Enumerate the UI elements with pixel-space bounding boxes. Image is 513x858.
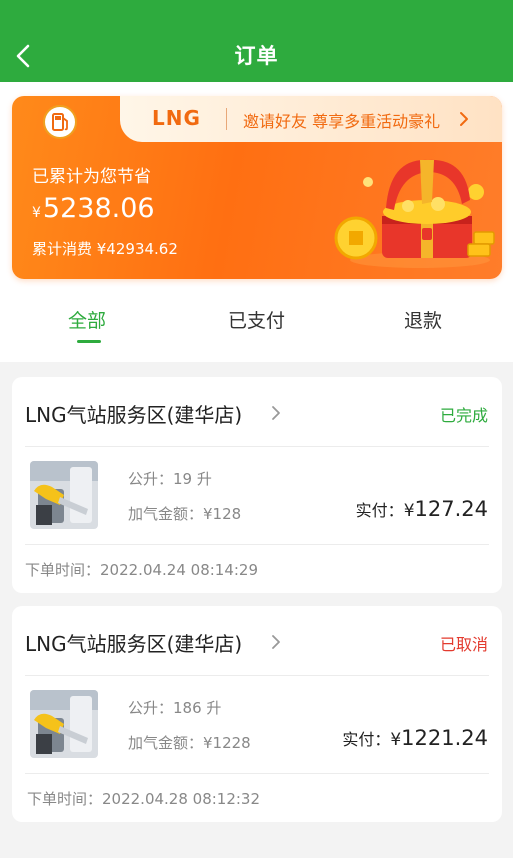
paid-value: 1221.24 xyxy=(401,726,488,750)
order-time: 下单时间：2022.04.24 08:14:29 xyxy=(25,561,259,579)
station-name[interactable]: LNG气站服务区(建华店) xyxy=(25,399,242,428)
paid-amount: 实付：¥127.24 xyxy=(356,497,488,521)
currency-symbol: ¥ xyxy=(403,501,415,521)
order-card[interactable]: LNG气站服务区(建华店) 已取消 公升：186 升 加气金额：¥1228 实付… xyxy=(12,606,502,822)
fuel-nozzle-image xyxy=(30,461,98,529)
paid-value: 127.24 xyxy=(414,497,488,521)
status-badge: 已取消 xyxy=(439,635,488,654)
currency-symbol: ¥ xyxy=(32,205,41,221)
invite-link[interactable]: 邀请好友 尊享多重活动豪礼 xyxy=(243,108,440,132)
chevron-right-icon[interactable] xyxy=(458,110,470,128)
tab-paid[interactable]: 已支付 xyxy=(228,306,285,333)
paid-label: 实付： xyxy=(342,730,391,749)
paid-amount: 实付：¥1221.24 xyxy=(342,726,488,750)
liters-text: 公升：19 升 xyxy=(128,470,212,488)
order-card[interactable]: LNG气站服务区(建华店) 已完成 公升：19 升 加气金额：¥128 实付：¥… xyxy=(12,377,502,593)
chevron-right-icon[interactable] xyxy=(270,403,282,423)
app-header: 订单 xyxy=(0,0,513,82)
tab-all[interactable]: 全部 xyxy=(68,306,106,333)
fuel-amount-text: 加气金额：¥128 xyxy=(128,505,242,523)
brand-divider xyxy=(226,108,227,130)
saved-label: 已累计为您节省 xyxy=(32,167,151,187)
status-badge: 已完成 xyxy=(439,406,488,425)
tab-refund[interactable]: 退款 xyxy=(404,306,442,333)
paid-label: 实付： xyxy=(355,501,404,520)
currency-symbol: ¥ xyxy=(390,730,402,750)
divider xyxy=(25,446,489,447)
saved-value: 5238.06 xyxy=(42,193,155,224)
divider xyxy=(25,675,489,676)
brand-label: LNG xyxy=(152,106,201,130)
active-tab-indicator xyxy=(77,340,101,343)
liters-text: 公升：186 升 xyxy=(128,699,222,717)
divider xyxy=(25,773,489,774)
divider xyxy=(25,544,489,545)
treasure-chest-icon xyxy=(334,159,495,268)
chevron-right-icon[interactable] xyxy=(270,632,282,652)
station-name[interactable]: LNG气站服务区(建华店) xyxy=(25,628,242,657)
savings-banner[interactable]: LNG 邀请好友 尊享多重活动豪礼 已累计为您节省 ¥5238.06 累计消费 … xyxy=(12,96,502,279)
fuel-nozzle-image xyxy=(30,690,98,758)
fuel-amount-text: 加气金额：¥1228 xyxy=(128,734,251,752)
page-title: 订单 xyxy=(234,44,279,68)
fuel-pump-icon xyxy=(43,105,77,139)
order-tabs: 全部 已支付 退款 xyxy=(0,300,513,346)
saved-amount: ¥5238.06 xyxy=(32,193,155,224)
order-time: 下单时间：2022.04.28 08:12:32 xyxy=(27,790,261,808)
total-spent: 累计消费 ¥42934.62 xyxy=(32,240,178,258)
